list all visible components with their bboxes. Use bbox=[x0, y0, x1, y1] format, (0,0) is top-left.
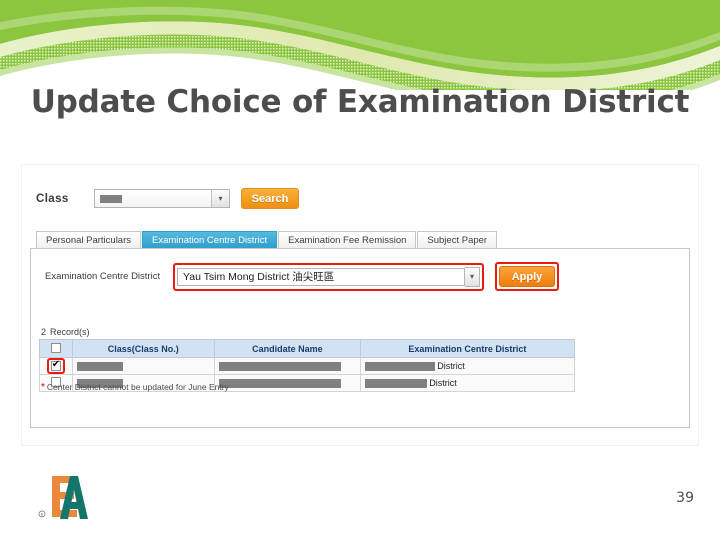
select-all-header bbox=[39, 339, 73, 358]
column-header-candidate-name: Candidate Name bbox=[213, 339, 361, 358]
district-field-label: Examination Centre District bbox=[45, 271, 161, 282]
district-suffix-label: District bbox=[437, 360, 465, 371]
select-all-checkbox[interactable] bbox=[50, 342, 61, 353]
records-count: 2 Record(s) bbox=[41, 327, 90, 337]
row-checkbox-highlight bbox=[46, 358, 65, 374]
district-select-value: Yau Tsim Mong District 油尖旺區 bbox=[183, 271, 335, 283]
svg-text:R: R bbox=[41, 512, 44, 517]
records-count-suffix: Record(s) bbox=[50, 327, 90, 337]
row-checkbox[interactable] bbox=[50, 359, 61, 371]
tab-examination-fee-remission[interactable]: Examination Fee Remission bbox=[278, 231, 417, 248]
hkeaa-logo: R bbox=[30, 470, 94, 526]
cell-class-no bbox=[71, 357, 215, 375]
cell-district: District bbox=[359, 374, 576, 392]
apply-button[interactable]: Apply bbox=[499, 266, 555, 287]
chevron-down-icon[interactable]: ▾ bbox=[211, 190, 229, 207]
tab-subject-paper[interactable]: Subject Paper bbox=[417, 231, 498, 248]
records-count-number: 2 bbox=[41, 327, 47, 337]
asterisk-icon: * bbox=[41, 382, 45, 393]
redacted-class-no bbox=[76, 362, 123, 372]
page-number: 39 bbox=[676, 490, 694, 506]
tab-content-panel: Examination Centre District Yau Tsim Mon… bbox=[30, 248, 690, 428]
table-header-row: Class(Class No.) Candidate Name Examinat… bbox=[39, 339, 576, 358]
district-select-highlight: Yau Tsim Mong District 油尖旺區 ▾ bbox=[173, 262, 484, 291]
cell-candidate-name bbox=[213, 357, 361, 375]
application-screenshot: Class ▾ Search Personal Particulars Exam… bbox=[22, 165, 698, 445]
tab-bar: Personal Particulars Examination Centre … bbox=[36, 231, 498, 248]
district-suffix-label: District bbox=[429, 377, 457, 388]
table-row: District bbox=[39, 357, 576, 375]
tab-examination-centre-district[interactable]: Examination Centre District bbox=[142, 231, 278, 248]
class-search-row: Class ▾ Search bbox=[36, 188, 299, 209]
cell-candidate-name bbox=[213, 374, 361, 392]
column-header-class: Class(Class No.) bbox=[71, 339, 215, 358]
chevron-down-icon[interactable]: ▾ bbox=[465, 266, 480, 287]
district-select[interactable]: Yau Tsim Mong District 油尖旺區 bbox=[177, 267, 465, 286]
redacted-candidate-name bbox=[218, 362, 341, 372]
search-button[interactable]: Search bbox=[241, 188, 299, 209]
apply-button-highlight: Apply bbox=[495, 262, 559, 291]
class-select-value-redacted bbox=[100, 194, 122, 203]
redacted-candidate-name bbox=[218, 379, 341, 389]
row-select-cell bbox=[39, 357, 73, 375]
redacted-district-prefix bbox=[364, 362, 435, 372]
slide-header-decoration bbox=[0, 0, 720, 90]
column-header-district: Examination Centre District bbox=[359, 339, 576, 358]
redacted-district-prefix bbox=[364, 379, 427, 389]
district-selection-row: Examination Centre District Yau Tsim Mon… bbox=[45, 262, 625, 291]
class-select[interactable]: ▾ bbox=[94, 189, 230, 208]
cell-district: District bbox=[359, 357, 576, 375]
class-label: Class bbox=[36, 192, 69, 205]
page-title: Update Choice of Examination District bbox=[30, 84, 690, 120]
tab-personal-particulars[interactable]: Personal Particulars bbox=[36, 231, 142, 248]
footnote-text: Center District cannot be updated for Ju… bbox=[46, 382, 229, 392]
footnote: * Center District cannot be updated for J… bbox=[41, 382, 229, 393]
